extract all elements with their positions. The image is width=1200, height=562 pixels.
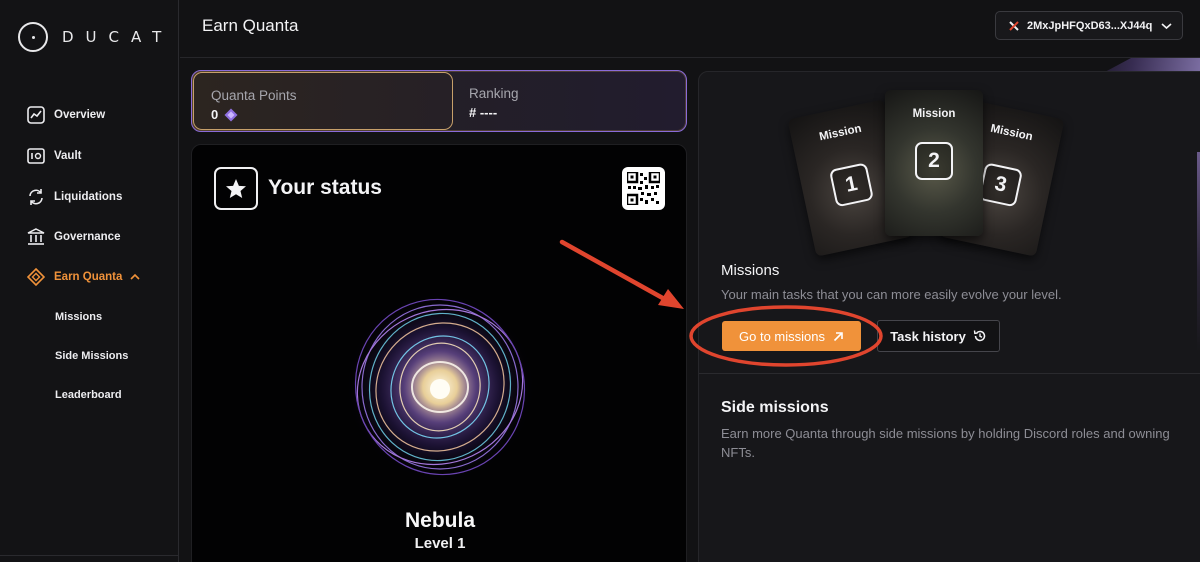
mission-card-title: Mission [912,108,956,120]
quanta-points-box: Quanta Points 0 [193,72,453,130]
missions-heading: Missions [721,262,780,279]
task-history-label: Task history [890,328,966,344]
tier-level: Level 1 [414,535,466,552]
mission-card-2: Mission 2 [885,90,983,236]
go-to-missions-label: Go to missions [739,328,825,344]
sidebar-subitem-leaderboard[interactable]: Leaderboard [55,389,122,401]
arrow-up-right-icon [833,331,844,342]
vault-icon [27,147,45,165]
sidebar-item-overview[interactable]: Overview [27,106,105,124]
sidebar-item-label: Earn Quanta [54,271,123,283]
nebula-orb-image [345,292,535,482]
task-history-button[interactable]: Task history [877,320,1000,352]
star-icon [214,167,258,210]
sidebar-item-vault[interactable]: Vault [27,147,81,165]
history-icon [973,329,987,343]
quanta-points-label: Quanta Points [211,88,297,103]
sidebar-item-earn-quanta[interactable]: Earn Quanta [27,268,140,286]
sidebar-item-governance[interactable]: Governance [27,228,120,246]
sidebar-subitem-missions[interactable]: Missions [55,311,102,323]
sidebar-divider [0,555,179,556]
wallet-x-icon [1009,20,1019,31]
wallet-dropdown[interactable]: 2MxJpHFQxD63...XJ44q [995,11,1183,40]
chevron-up-icon[interactable] [130,273,140,281]
ranking-value: # ---- [469,105,498,120]
logo-text: DUCAT [62,28,174,46]
page-title: Earn Quanta [202,16,299,35]
chart-line-icon [27,106,45,124]
sidebar-item-label: Liquidations [54,191,123,203]
sidebar: DUCAT Overview Vault Liquidations Govern… [0,0,179,562]
side-missions-description: Earn more Quanta through side missions b… [721,426,1170,460]
diamond-icon [27,268,45,286]
go-to-missions-button[interactable]: Go to missions [722,321,861,351]
sidebar-item-liquidations[interactable]: Liquidations [27,188,122,206]
bank-icon [27,228,45,246]
points-panel: Quanta Points 0 Ranking # ---- [191,70,687,132]
mission-card-title: Mission [818,122,863,144]
refresh-icon [27,188,45,206]
status-card: Your status Nebula Level 1 [191,144,687,562]
sidebar-item-label: Overview [54,109,106,121]
sidebar-item-label: Vault [54,150,82,162]
chevron-down-icon [1161,22,1172,30]
qr-code-icon[interactable] [622,167,665,210]
tier-name: Nebula [404,509,475,532]
quanta-points-value-row: 0 [211,107,238,122]
quanta-gem-icon [224,108,238,122]
status-title: Your status [268,176,382,199]
wallet-address: 2MxJpHFQxD63...XJ44q [1027,19,1153,32]
missions-description: Your main tasks that you can more easily… [721,287,1062,302]
top-header: Earn Quanta 2MxJpHFQxD63...XJ44q [180,0,1200,58]
section-divider [699,373,1200,374]
sidebar-subitem-side-missions[interactable]: Side Missions [55,350,128,362]
missions-panel: Mission 1 Mission 3 Mission 2 Missions Y… [698,71,1200,562]
side-missions-heading: Side missions [721,399,829,416]
mission-card-number: 2 [915,142,953,180]
ranking-label: Ranking [469,86,519,101]
mission-card-number: 3 [978,162,1024,208]
mission-card-number: 1 [828,162,874,208]
ducat-logo[interactable]: DUCAT [18,22,173,52]
logo-circle-icon [18,22,48,52]
sidebar-item-label: Governance [54,231,121,243]
quanta-points-value: 0 [211,107,219,122]
